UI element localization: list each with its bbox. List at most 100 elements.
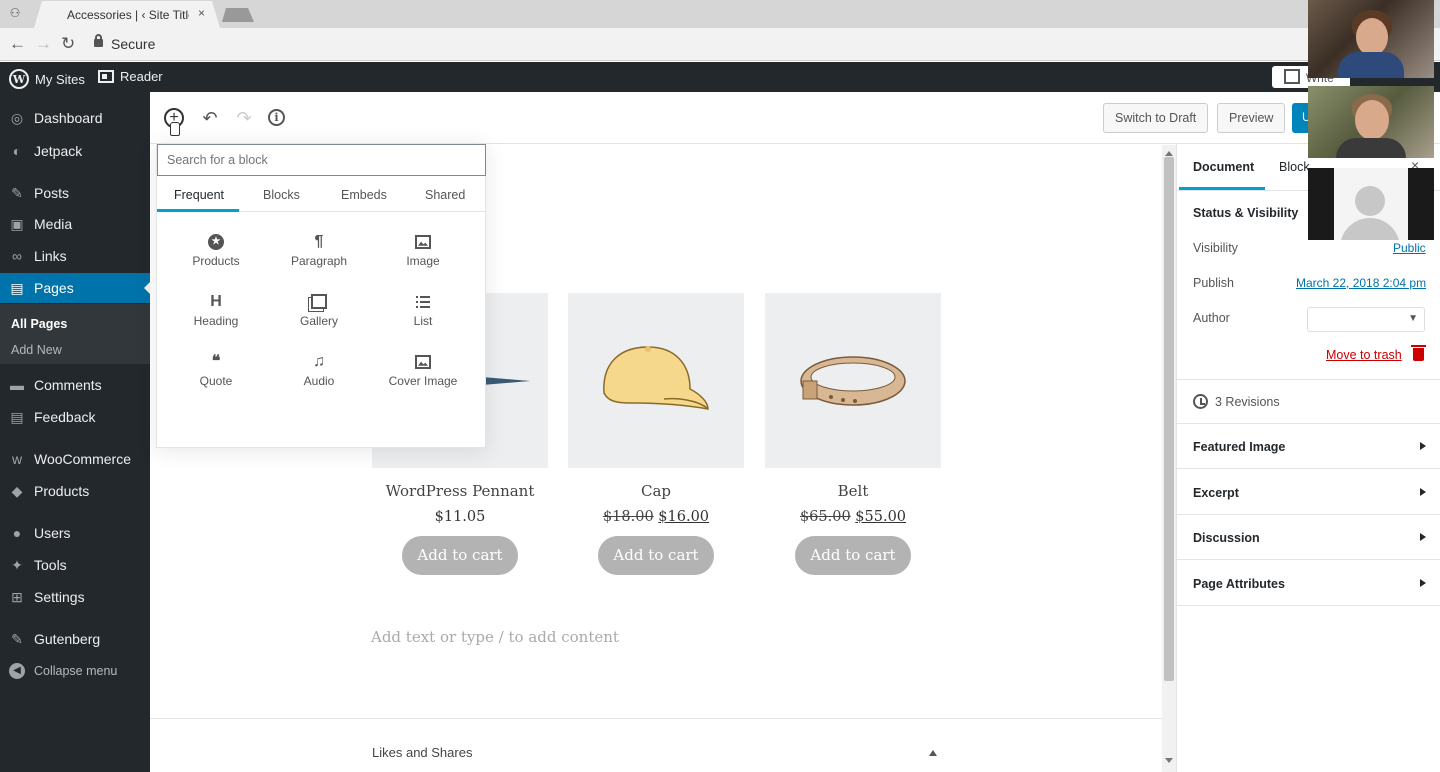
- divider: [1177, 423, 1440, 424]
- menu-gutenberg[interactable]: ✎ Gutenberg: [0, 624, 150, 654]
- block-list[interactable]: List: [373, 292, 473, 328]
- collapse-menu[interactable]: ◀ Collapse menu: [0, 656, 150, 686]
- tab-shared[interactable]: Shared: [425, 188, 465, 202]
- menu-label: Links: [34, 248, 67, 264]
- caret-right-icon[interactable]: [1420, 442, 1430, 450]
- scroll-thumb[interactable]: [1164, 157, 1174, 681]
- add-to-cart-button[interactable]: Add to cart: [402, 536, 518, 575]
- default-block-appender[interactable]: Add text or type / to add content: [371, 628, 619, 646]
- switch-to-draft-button[interactable]: Switch to Draft: [1103, 103, 1209, 133]
- block-heading[interactable]: H Heading: [166, 292, 266, 328]
- block-products[interactable]: ★ Products: [166, 232, 266, 268]
- menu-tools[interactable]: ✦ Tools: [0, 550, 150, 580]
- status-visibility-title[interactable]: Status & Visibility: [1193, 206, 1298, 220]
- caret-right-icon[interactable]: [1420, 488, 1430, 496]
- redo-icon[interactable]: ↷: [232, 106, 256, 130]
- move-to-trash-link[interactable]: Move to trash: [1326, 348, 1402, 362]
- block-paragraph[interactable]: ¶ Paragraph: [269, 232, 369, 268]
- menu-settings[interactable]: ⊞ Settings: [0, 582, 150, 612]
- block-cover-image[interactable]: Cover Image: [373, 352, 473, 388]
- undo-icon[interactable]: ↶: [198, 106, 222, 130]
- add-to-cart-button[interactable]: Add to cart: [795, 536, 911, 575]
- secure-label: Secure: [111, 36, 156, 52]
- block-image[interactable]: Image: [373, 232, 473, 268]
- admin-sidebar: ◎ Dashboard ◐ Jetpack ✎ Posts ▣ Media ∞ Links…: [0, 92, 150, 772]
- featured-image-panel[interactable]: Featured Image: [1193, 440, 1285, 454]
- product-name[interactable]: Belt: [765, 482, 941, 500]
- caret-right-icon[interactable]: [1420, 533, 1430, 541]
- my-sites-link[interactable]: W My Sites: [9, 69, 85, 89]
- menu-posts[interactable]: ✎ Posts: [0, 178, 150, 208]
- back-icon[interactable]: ←: [9, 34, 26, 54]
- menu-label: Products: [34, 483, 90, 499]
- products-icon: ★: [208, 233, 224, 250]
- trash-icon[interactable]: [1411, 345, 1426, 361]
- new-tab-button[interactable]: [222, 8, 254, 22]
- menu-jetpack[interactable]: ◐ Jetpack: [0, 136, 150, 166]
- menu-label: Media: [34, 216, 73, 232]
- lock-icon: [94, 34, 103, 47]
- menu-dashboard[interactable]: ◎ Dashboard: [0, 103, 150, 133]
- menu-products[interactable]: ◆ Products: [0, 476, 150, 506]
- caret-up-icon[interactable]: [929, 746, 937, 756]
- menu-comments[interactable]: ▬ Comments: [0, 370, 150, 400]
- add-to-cart-button[interactable]: Add to cart: [598, 536, 714, 575]
- menu-feedback[interactable]: ▤ Feedback: [0, 402, 150, 432]
- scroll-up-icon[interactable]: [1165, 147, 1173, 156]
- visibility-label: Visibility: [1193, 241, 1238, 255]
- video-participant-1: [1308, 0, 1434, 78]
- page-attributes-panel[interactable]: Page Attributes: [1193, 577, 1285, 591]
- product-name[interactable]: WordPress Pennant: [372, 482, 548, 500]
- tab-block[interactable]: Block: [1279, 160, 1310, 174]
- block-quote[interactable]: ❝ Quote: [166, 352, 266, 388]
- incognito-icon[interactable]: ⚇: [8, 6, 22, 20]
- active-tab-indicator: [1179, 187, 1265, 190]
- block-gallery[interactable]: Gallery: [269, 292, 369, 328]
- address-bar[interactable]: Secure: [88, 32, 1428, 57]
- block-label: Heading: [193, 314, 239, 328]
- reader-link[interactable]: Reader: [98, 69, 163, 84]
- tab-blocks[interactable]: Blocks: [263, 188, 300, 202]
- product-price: $65.00 $55.00: [765, 509, 941, 525]
- divider: [1177, 605, 1440, 606]
- discussion-panel[interactable]: Discussion: [1193, 531, 1260, 545]
- block-label: Gallery: [299, 314, 338, 328]
- collapse-label: Collapse menu: [34, 664, 118, 678]
- cover-image-icon: [415, 354, 431, 369]
- menu-media[interactable]: ▣ Media: [0, 209, 150, 239]
- block-search-input[interactable]: [157, 144, 486, 176]
- revisions-link[interactable]: 3 Revisions: [1193, 394, 1280, 409]
- jetpack-icon: ◐: [12, 143, 22, 159]
- submenu-add-new[interactable]: Add New: [11, 343, 62, 357]
- reload-icon[interactable]: ↻: [61, 34, 75, 54]
- product-name[interactable]: Cap: [568, 482, 744, 500]
- preview-button[interactable]: Preview: [1217, 103, 1286, 133]
- visibility-link[interactable]: Public: [1393, 241, 1426, 255]
- menu-links[interactable]: ∞ Links: [0, 241, 150, 271]
- tab-document[interactable]: Document: [1193, 160, 1254, 174]
- publish-date-link[interactable]: March 22, 2018 2:04 pm: [1296, 276, 1426, 290]
- block-label: Products: [192, 254, 240, 268]
- browser-tab[interactable]: Accessories | ‹ Site Title — ×: [34, 1, 220, 28]
- caret-right-icon[interactable]: [1420, 579, 1430, 587]
- menu-users[interactable]: ● Users: [0, 518, 150, 548]
- submenu-all-pages[interactable]: All Pages: [11, 317, 67, 331]
- product-price: $11.05: [434, 509, 486, 525]
- tab-close-icon[interactable]: ×: [198, 6, 205, 20]
- author-select[interactable]: ▼: [1307, 307, 1425, 332]
- scroll-down-icon[interactable]: [1165, 758, 1173, 767]
- forward-icon[interactable]: →: [35, 34, 52, 54]
- excerpt-panel[interactable]: Excerpt: [1193, 486, 1239, 500]
- block-audio[interactable]: ♫ Audio: [269, 352, 369, 388]
- menu-woocommerce[interactable]: w WooCommerce: [0, 444, 150, 474]
- menu-pages[interactable]: ▤ Pages: [0, 273, 150, 303]
- tab-embeds[interactable]: Embeds: [341, 188, 387, 202]
- tab-frequent[interactable]: Frequent: [174, 188, 224, 202]
- likes-and-shares-panel[interactable]: Likes and Shares: [372, 745, 472, 760]
- image-icon: [415, 234, 431, 249]
- info-icon[interactable]: i: [268, 109, 285, 126]
- editor-scrollbar[interactable]: [1162, 145, 1176, 772]
- product-image[interactable]: [765, 293, 941, 468]
- product-image[interactable]: [568, 293, 744, 468]
- media-icon: ▣: [10, 216, 24, 232]
